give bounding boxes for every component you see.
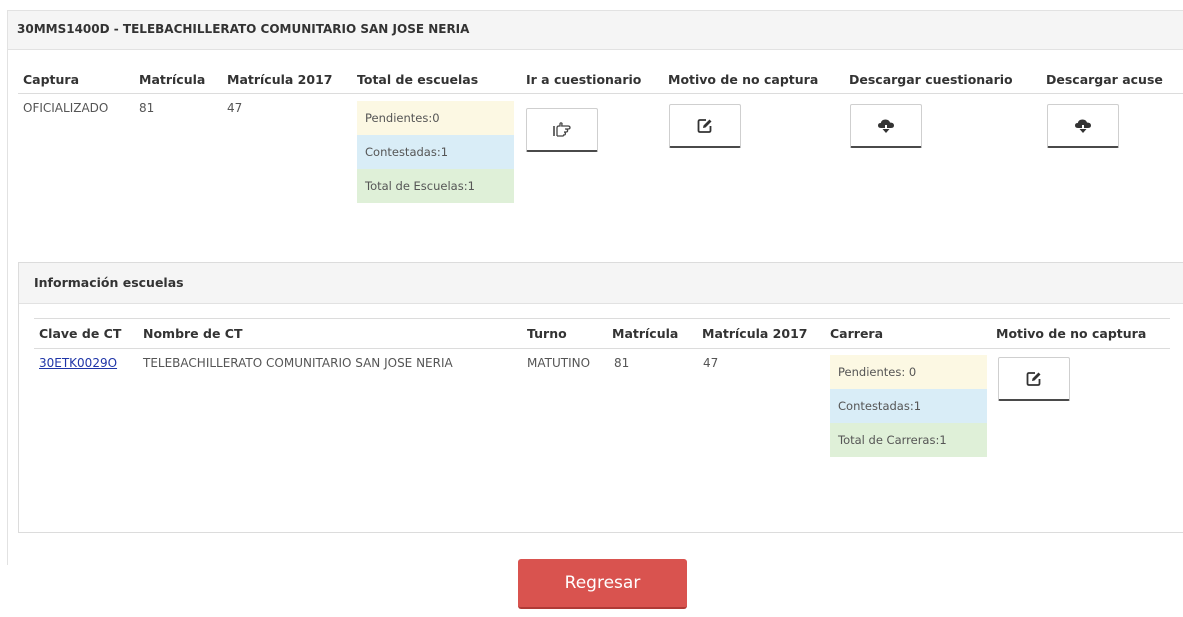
matricula-2017-value: 47: [227, 101, 243, 115]
download-questionnaire-button[interactable]: [850, 104, 922, 148]
captura-status: OFICIALIZADO: [23, 101, 109, 115]
answered-count: Contestadas:1: [357, 135, 514, 169]
download-receipt-button[interactable]: [1047, 104, 1119, 148]
page-title: 30MMS1400D - TELEBACHILLERATO COMUNITARI…: [17, 22, 470, 36]
header-carrera: Carrera: [830, 326, 884, 341]
pointing-hand-icon: [552, 121, 572, 138]
edit-icon: [697, 118, 713, 134]
edit-icon: [1026, 371, 1042, 387]
schools-top-divider: [34, 318, 1170, 319]
schools-panel-header: [19, 263, 1183, 304]
header-total-escuelas: Total de escuelas: [357, 72, 479, 87]
header-matricula: Matrícula: [139, 72, 206, 87]
school-motivo-button[interactable]: [998, 357, 1070, 401]
header-nombre-ct: Nombre de CT: [143, 326, 243, 341]
header-matricula: Matrícula: [612, 326, 679, 341]
back-button[interactable]: Regresar: [518, 559, 687, 609]
header-matricula-2017: Matrícula 2017: [702, 326, 808, 341]
go-to-questionnaire-button[interactable]: [526, 108, 598, 152]
cloud-download-icon: [877, 118, 895, 134]
header-captura: Captura: [23, 72, 80, 87]
schools-panel-title: Información escuelas: [34, 275, 184, 290]
total-careers: Total de Carreras:1: [830, 423, 987, 457]
schools-header-divider: [34, 348, 1170, 349]
header-turno: Turno: [527, 326, 567, 341]
total-schools-count: Total de Escuelas:1: [357, 169, 514, 203]
cloud-download-icon: [1074, 118, 1092, 134]
school-matricula-2017: 47: [703, 356, 719, 370]
header-motivo-no-captura: Motivo de no captura: [996, 326, 1147, 341]
matricula-value: 81: [139, 101, 155, 115]
header-matricula-2017: Matrícula 2017: [227, 72, 333, 87]
header-motivo-no-captura: Motivo de no captura: [668, 72, 819, 87]
school-clave-link[interactable]: 30ETK0029O: [39, 356, 117, 370]
header-clave-ct: Clave de CT: [39, 326, 122, 341]
school-matricula: 81: [614, 356, 630, 370]
header-descargar-acuse: Descargar acuse: [1046, 72, 1163, 87]
school-turno: MATUTINO: [527, 356, 591, 370]
school-name: TELEBACHILLERATO COMUNITARIO SAN JOSE NE…: [143, 356, 453, 370]
answered-careers: Contestadas:1: [830, 389, 987, 423]
pending-count: Pendientes:0: [357, 101, 514, 135]
header-ir-cuestionario: Ir a cuestionario: [526, 72, 642, 87]
motivo-no-captura-button[interactable]: [669, 104, 741, 148]
pending-careers: Pendientes: 0: [830, 355, 987, 389]
header-descargar-cuestionario: Descargar cuestionario: [849, 72, 1013, 87]
header-divider: [18, 93, 1183, 94]
